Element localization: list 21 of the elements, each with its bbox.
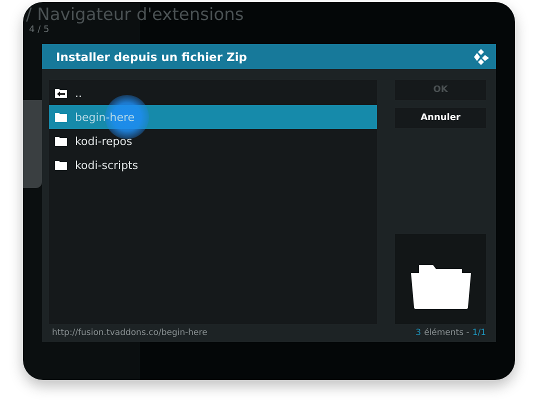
page-number: 1/1 [472,328,486,338]
file-name: kodi-scripts [75,158,138,172]
folder-icon [410,263,470,309]
page-title: / Navigateur d'extensions [25,5,245,25]
item-count: 3 [416,328,422,338]
folder-back-icon [55,88,67,98]
file-row[interactable]: kodi-scripts [49,153,377,177]
dialog-button[interactable]: Annuler [395,108,486,128]
file-name: kodi-repos [75,134,132,148]
dialog-title: Installer depuis un fichier Zip [56,50,248,64]
folder-icon [55,160,67,170]
folder-icon [55,136,67,146]
diamond-logo-icon [473,48,489,64]
page-counter: 4 / 5 [29,25,50,36]
file-row[interactable]: kodi-repos [49,129,377,153]
folder-icon [55,112,67,122]
file-name: .. [75,86,82,100]
path-text: http://fusion.tvaddons.co/begin-here [52,328,208,338]
file-name: begin-here [75,110,135,124]
file-row[interactable]: .. [49,81,377,105]
item-count-label: éléments - [424,328,470,338]
